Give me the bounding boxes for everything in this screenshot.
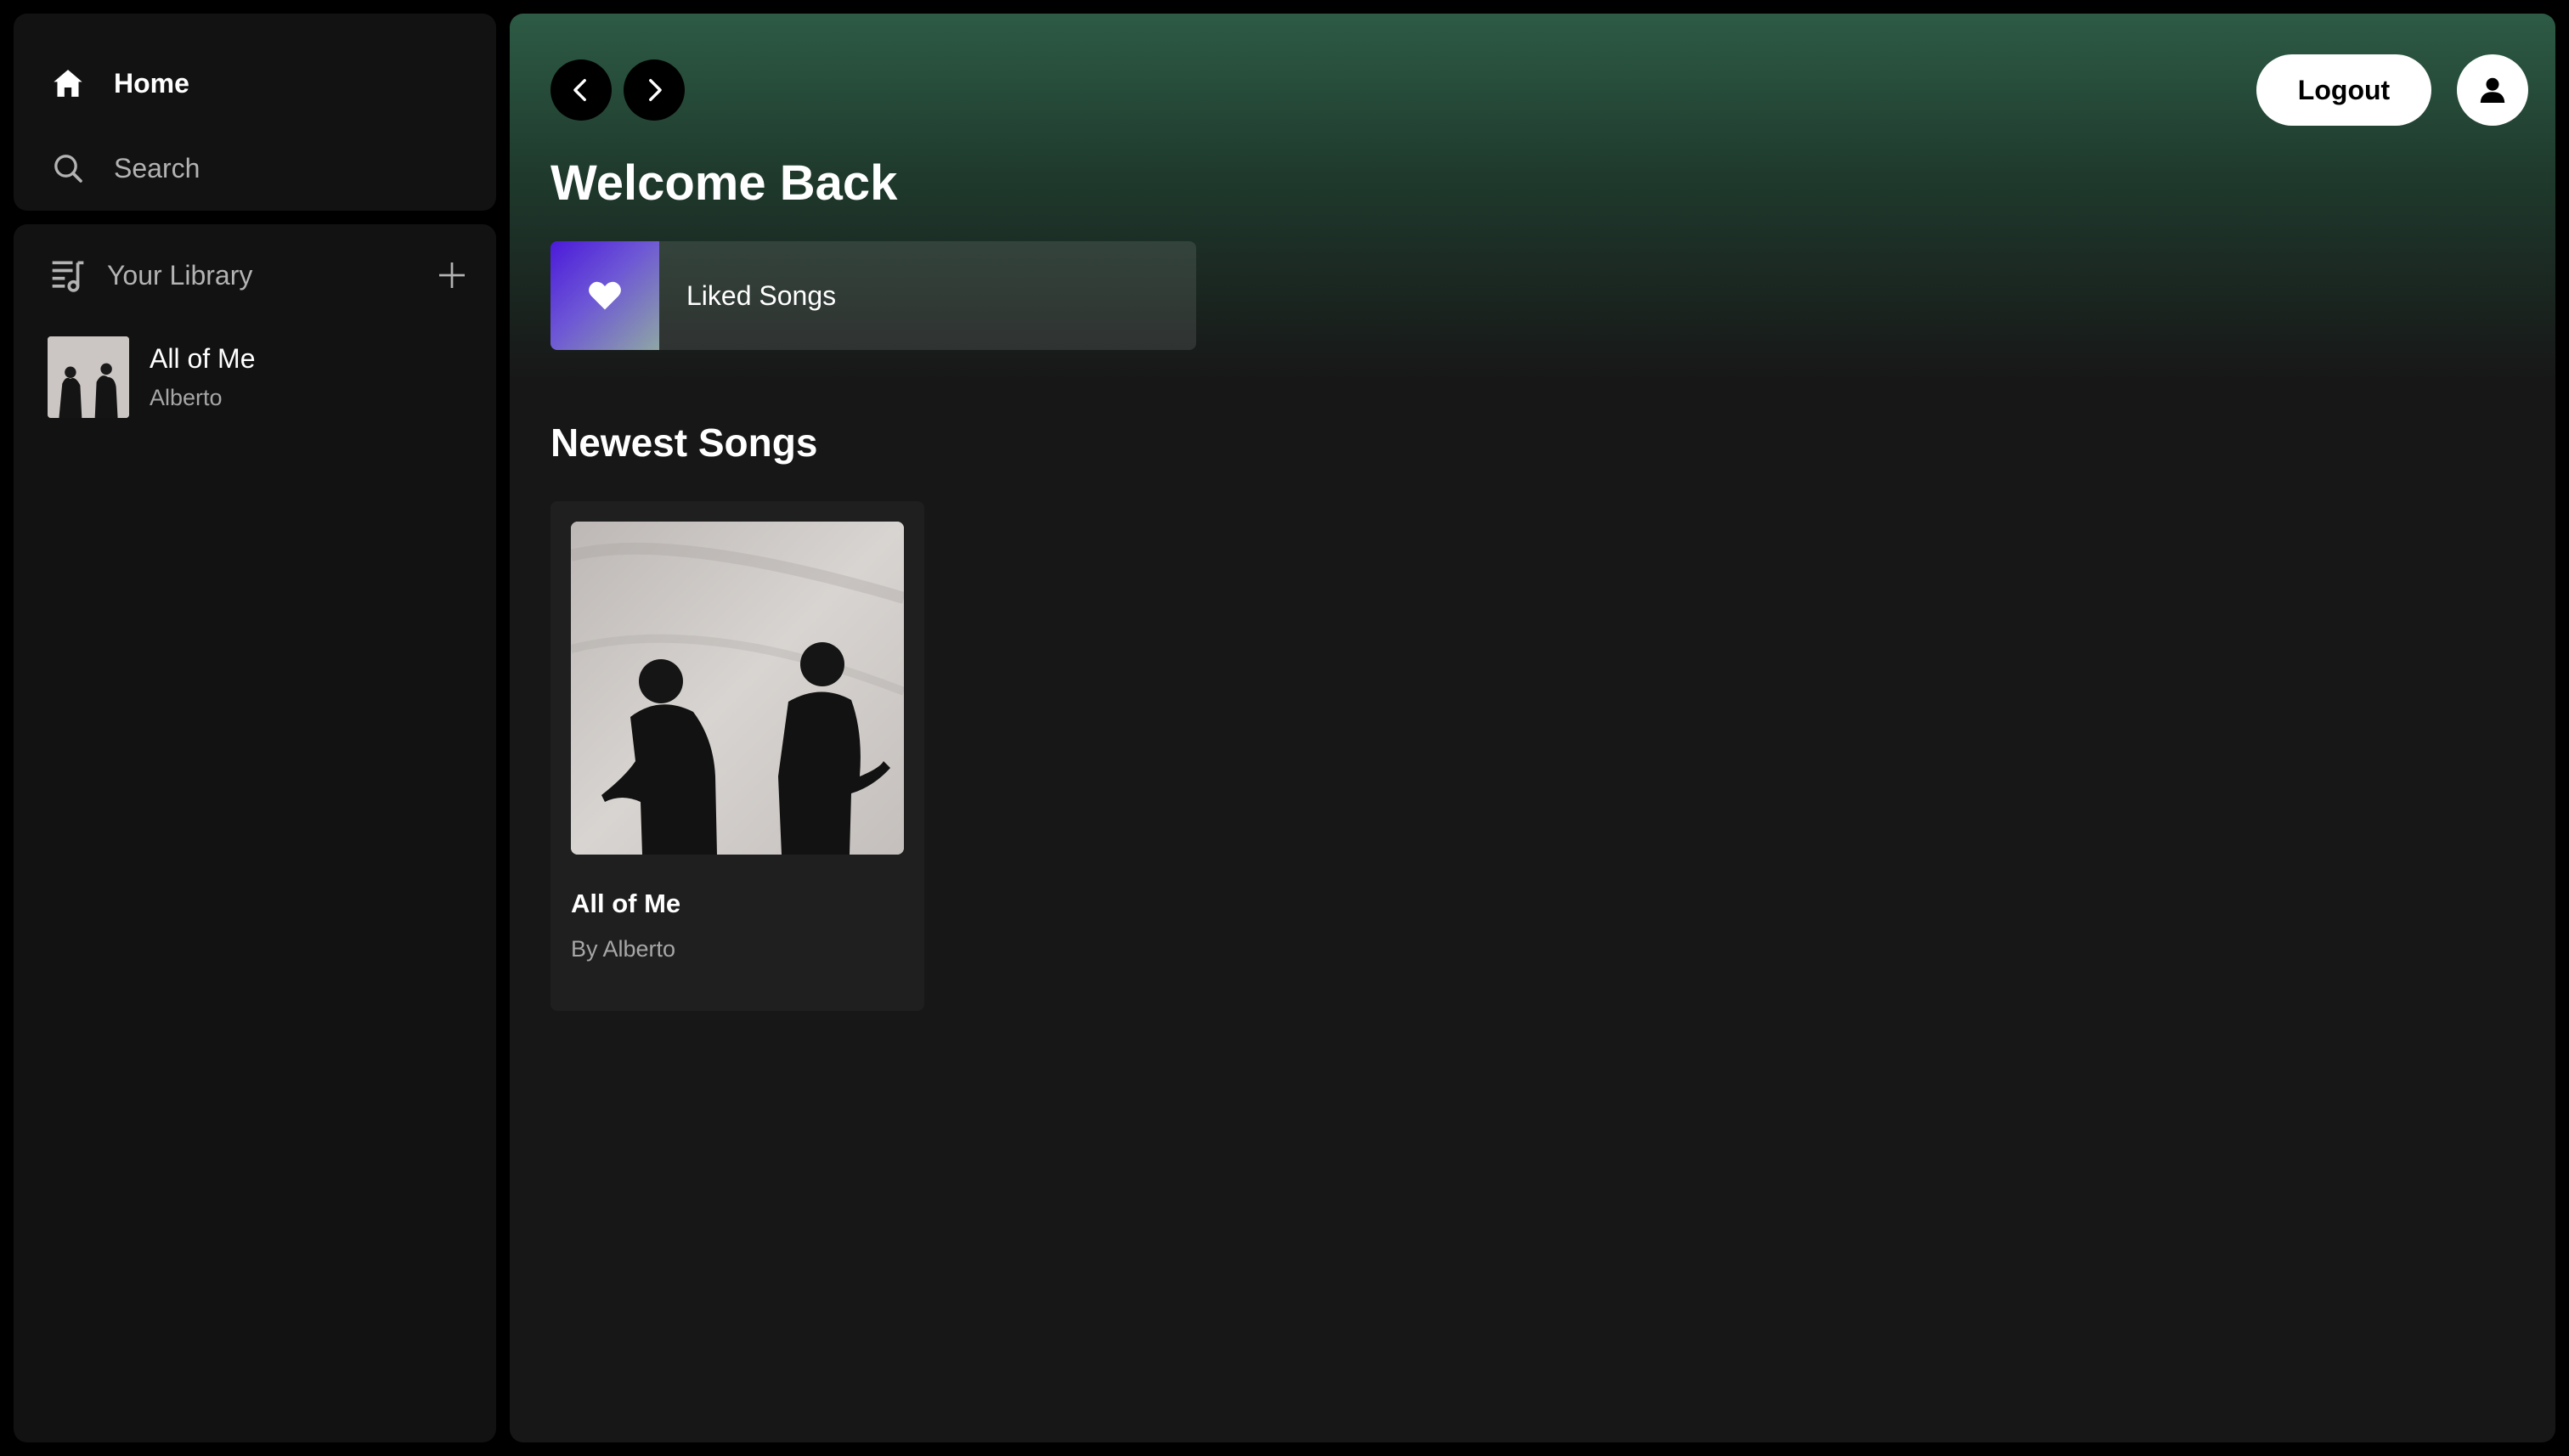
section-title-newest-songs: Newest Songs — [550, 420, 818, 465]
back-button[interactable] — [550, 59, 612, 121]
library-icon — [48, 255, 88, 296]
library-item-artist: Alberto — [150, 385, 223, 410]
library-title: Your Library — [107, 259, 253, 291]
sidebar-item-search[interactable]: Search — [48, 143, 200, 194]
user-icon — [2480, 77, 2505, 103]
forward-button[interactable] — [624, 59, 685, 121]
sidebar-item-label: Home — [114, 67, 189, 99]
library-item[interactable]: All of Me Alberto — [48, 335, 472, 420]
app-window: Home Search Your Library All of Me Alber… — [0, 0, 2569, 1456]
sidebar-item-label: Search — [114, 152, 200, 183]
liked-songs-card[interactable]: Liked Songs — [550, 241, 1196, 350]
liked-songs-cover — [550, 241, 659, 350]
library-header[interactable]: Your Library — [48, 250, 472, 301]
library-item-title: All of Me — [150, 343, 256, 374]
search-icon — [48, 148, 88, 189]
song-cover — [571, 522, 904, 855]
song-artist: By Alberto — [571, 936, 676, 962]
library-item-cover — [48, 336, 129, 418]
plus-icon — [439, 262, 465, 288]
page-title: Welcome Back — [550, 155, 898, 211]
logout-button[interactable]: Logout — [2256, 54, 2431, 126]
liked-songs-label: Liked Songs — [686, 279, 837, 311]
song-title: All of Me — [571, 889, 681, 918]
library-panel: Your Library All of Me Alberto — [14, 224, 496, 1442]
home-icon — [48, 63, 88, 104]
add-to-library-button[interactable] — [432, 255, 472, 296]
profile-button[interactable] — [2457, 54, 2528, 126]
song-card[interactable]: All of Me By Alberto — [550, 501, 924, 1011]
sidebar-item-home[interactable]: Home — [48, 58, 189, 109]
sidebar-nav-panel: Home Search — [14, 14, 496, 211]
chevron-right-icon — [649, 78, 662, 102]
chevron-left-icon — [573, 78, 586, 102]
heart-icon — [589, 281, 621, 310]
main-content: Logout Welcome Back Liked Songs Newest S… — [510, 14, 2555, 1442]
library-item-text: All of Me Alberto — [150, 343, 255, 411]
